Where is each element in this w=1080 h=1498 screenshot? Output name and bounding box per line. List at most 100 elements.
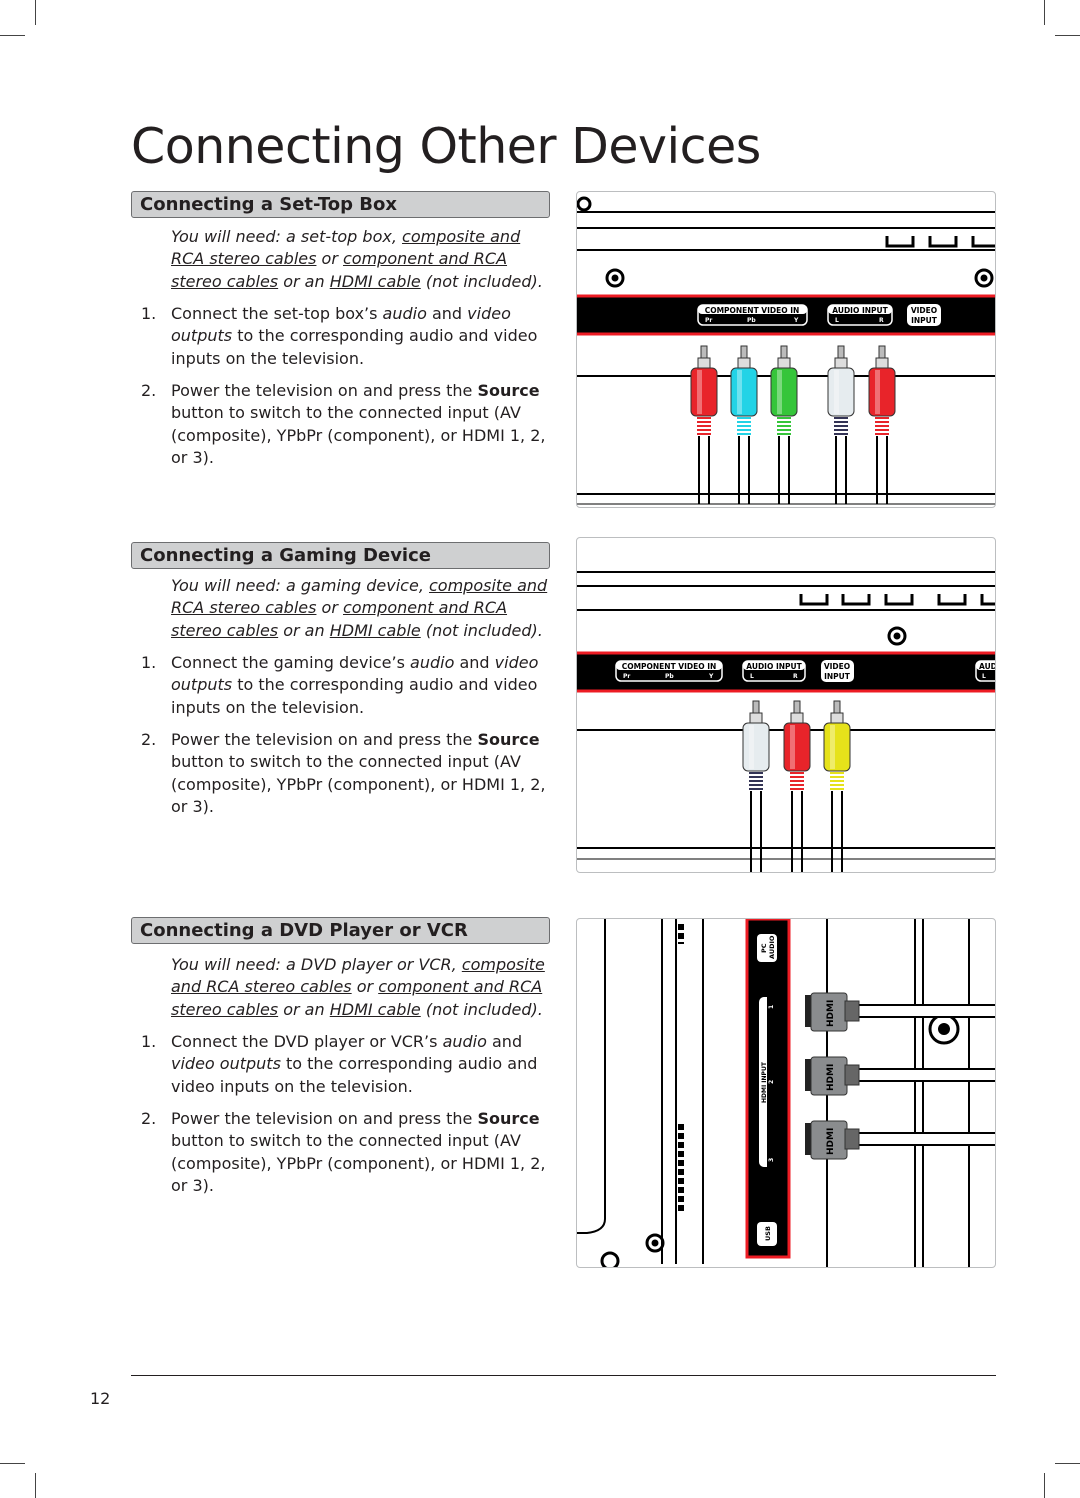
hdmi-plug-label: HDMI (826, 1064, 836, 1091)
svg-text:AUDIO INPUT: AUDIO INPUT (746, 662, 802, 671)
text: and (486, 1032, 523, 1051)
step-number: 1. (141, 304, 157, 323)
svg-text:Y: Y (708, 673, 714, 680)
text: or an (278, 271, 330, 291)
section-heading-dvd-vcr: Connecting a DVD Player or VCR (131, 917, 550, 944)
text: Power the television on and press the (171, 381, 478, 400)
svg-text:Pr: Pr (623, 673, 630, 680)
step-number: 2. (141, 1109, 157, 1128)
crop-mark (1055, 35, 1080, 36)
requirements: You will need: a set-top box, composite … (171, 226, 556, 293)
requirements: You will need: a gaming device, composit… (171, 575, 556, 642)
link[interactable]: HDMI cable (330, 272, 421, 291)
link[interactable]: HDMI cable (330, 1000, 421, 1019)
hdmi-plug-label: HDMI (826, 1128, 836, 1155)
text: You will need: a gaming device, (171, 576, 429, 595)
page-title: Connecting Other Devices (131, 118, 761, 175)
text: (not included). (420, 999, 543, 1019)
step-2: 2. Power the television on and press the … (141, 1108, 556, 1198)
step-1: 1. Connect the set-top box’s audio and vi… (141, 303, 556, 370)
svg-text:AUDIO INPUT: AUDIO INPUT (832, 306, 888, 315)
step-number: 1. (141, 1032, 157, 1051)
text: button to switch to the connected input … (171, 403, 546, 468)
svg-text:PC: PC (760, 943, 768, 953)
text: and (454, 653, 495, 672)
rca-plug (730, 345, 758, 504)
screw-icon (600, 1251, 620, 1267)
text: audio (382, 304, 427, 323)
hdmi-plug-label: HDMI (826, 1000, 836, 1027)
emphasis: Source (477, 1109, 540, 1128)
step-1: 1. Connect the gaming device’s audio and … (141, 652, 556, 719)
svg-text:Pb: Pb (665, 673, 674, 680)
rca-plug (868, 345, 896, 504)
svg-text:INPUT: INPUT (824, 672, 851, 681)
crop-mark (0, 1463, 25, 1464)
svg-text:INPUT: INPUT (911, 316, 938, 325)
svg-text:COMPONENT VIDEO IN: COMPONENT VIDEO IN (622, 662, 717, 671)
text: video outputs (171, 1054, 281, 1074)
svg-text:HDMI INPUT: HDMI INPUT (761, 1061, 768, 1103)
text: button to switch to the connected input … (171, 752, 546, 817)
step-number: 2. (141, 381, 157, 400)
text: You will need: a DVD player or VCR, (171, 955, 462, 974)
section-heading-set-top-box: Connecting a Set-Top Box (131, 191, 550, 218)
crop-mark (1044, 0, 1045, 25)
text: Power the television on and press the (171, 1109, 478, 1128)
section-heading-gaming-device: Connecting a Gaming Device (131, 542, 550, 569)
step-number: 2. (141, 730, 157, 749)
set-top-box-connection-diagram: COMPONENT VIDEO IN Pr Pb Y AUDIO INPUT L… (576, 191, 996, 508)
svg-text:L: L (835, 317, 839, 324)
step-2: 2. Power the television on and press the … (141, 729, 556, 819)
crop-mark (1055, 1463, 1080, 1464)
screw-icon (577, 196, 592, 212)
svg-text:3: 3 (768, 1158, 775, 1162)
step-number: 1. (141, 653, 157, 672)
svg-text:R: R (793, 673, 798, 680)
rca-plug (827, 345, 855, 504)
text: (not included). (420, 620, 543, 640)
text: or (316, 249, 343, 269)
svg-text:L: L (982, 673, 986, 680)
svg-text:1: 1 (768, 1005, 775, 1009)
svg-text:COMPONENT VIDEO IN: COMPONENT VIDEO IN (705, 306, 800, 315)
requirements: You will need: a DVD player or VCR, comp… (171, 954, 556, 1021)
text: or an (278, 999, 330, 1019)
text: audio (442, 1032, 487, 1051)
svg-text:Y: Y (793, 317, 799, 324)
svg-text:2: 2 (768, 1080, 775, 1084)
text: (not included). (420, 271, 543, 291)
svg-text:L: L (750, 673, 754, 680)
text: and (426, 304, 468, 323)
svg-text:VIDEO: VIDEO (824, 662, 850, 671)
text: audio (410, 653, 455, 672)
text: Connect the gaming device’s (171, 653, 411, 672)
rca-plug (690, 345, 718, 504)
svg-text:USB: USB (764, 1226, 772, 1241)
text: You will need: a set-top box, (171, 227, 403, 246)
text: Power the television on and press the (171, 730, 478, 749)
footer-rule (131, 1375, 996, 1376)
svg-text:Pb: Pb (747, 317, 756, 324)
step-1: 1. Connect the DVD player or VCR’s audio … (141, 1031, 556, 1098)
emphasis: Source (477, 381, 540, 400)
dvd-vcr-connection-diagram: PC AUDIO HDMI INPUT 1 2 3 USB HDMI HDMI HD… (576, 918, 996, 1268)
page-number: 12 (90, 1389, 111, 1408)
crop-mark (1044, 1473, 1045, 1498)
svg-text:Pr: Pr (705, 317, 712, 324)
link[interactable]: HDMI cable (330, 621, 421, 640)
crop-mark (0, 35, 25, 36)
svg-text:VIDEO: VIDEO (911, 306, 937, 315)
hdmi-plug: HDMI (805, 1120, 995, 1160)
svg-text:AUDI: AUDI (979, 662, 996, 671)
manual-page: Connecting Other Devices Connecting a Se… (0, 0, 1080, 1498)
text: Connect the set-top box’s (171, 304, 383, 323)
crop-mark (35, 1473, 36, 1498)
crop-mark (35, 0, 36, 25)
gaming-device-connection-diagram: COMPONENT VIDEO IN Pr Pb Y AUDIO INPUT L… (576, 537, 996, 873)
input-panel (577, 652, 995, 692)
step-2: 2. Power the television on and press the … (141, 380, 556, 470)
hdmi-plug: HDMI (805, 992, 995, 1032)
text: button to switch to the connected input … (171, 1131, 546, 1196)
emphasis: Source (477, 730, 540, 749)
